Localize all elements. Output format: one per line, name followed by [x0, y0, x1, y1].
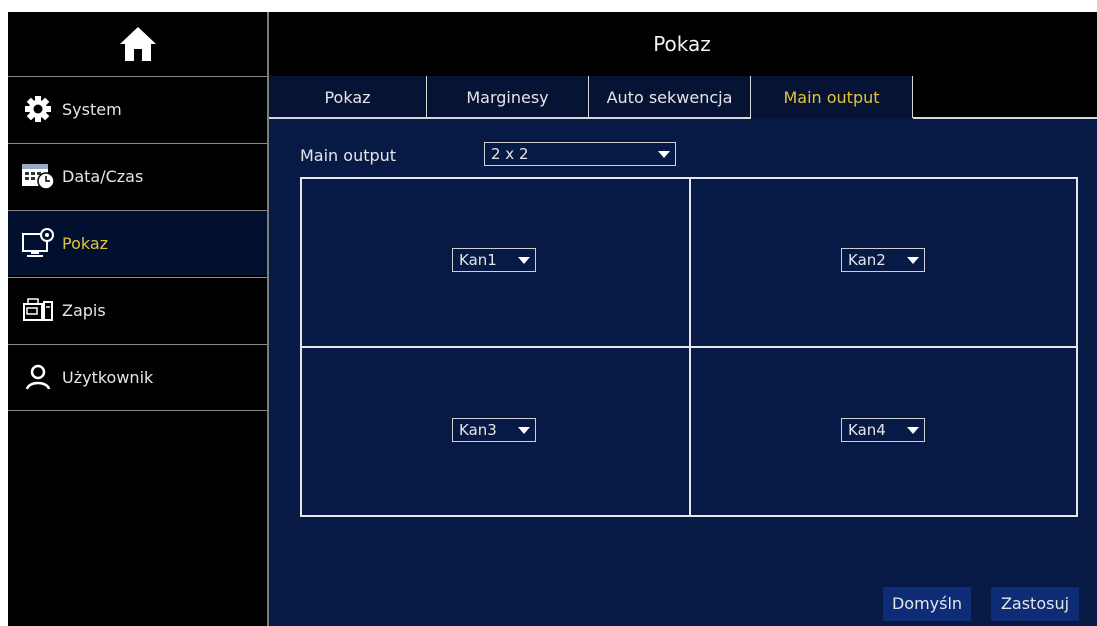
sidebar-item-label: Data/Czas [62, 166, 144, 186]
tab-label: Main output [783, 88, 880, 107]
channel-select-value: Kan3 [459, 421, 497, 439]
sidebar-item-label: Użytkownik [62, 367, 154, 387]
sidebar-item-zapis[interactable]: Zapis [8, 278, 267, 342]
tab-underline [269, 117, 751, 119]
sidebar-item-label: System [62, 99, 122, 119]
apply-button[interactable]: Zastosuj [991, 587, 1079, 621]
divider [8, 410, 267, 411]
gear-icon [18, 93, 58, 125]
chevron-down-icon [907, 427, 919, 434]
header: Pokaz [267, 12, 1097, 76]
layout-select[interactable]: 2 x 2 [484, 142, 676, 166]
tab-bar: Pokaz Marginesy Auto sekwencja Main outp… [269, 76, 1097, 119]
page-title: Pokaz [653, 32, 711, 56]
default-button[interactable]: Domyśln [883, 587, 971, 621]
chevron-down-icon [518, 427, 530, 434]
sidebar: System Data/Czas Pokaz Zapis Użytkownik [8, 12, 267, 626]
channel-select-3[interactable]: Kan3 [452, 418, 536, 442]
tab-underline [913, 117, 1097, 119]
channel-select-value: Kan2 [848, 251, 886, 269]
recorder-icon [18, 294, 58, 326]
tab-main-output[interactable]: Main output [751, 76, 913, 118]
home-icon [119, 27, 156, 61]
channel-select-value: Kan1 [459, 251, 497, 269]
grid-divider [302, 346, 1076, 348]
sidebar-item-system[interactable]: System [8, 77, 267, 141]
sidebar-item-label: Zapis [62, 300, 106, 320]
user-icon [18, 361, 58, 393]
chevron-down-icon [907, 257, 919, 264]
calendar-clock-icon [18, 160, 58, 192]
channel-select-value: Kan4 [848, 421, 886, 439]
channel-select-1[interactable]: Kan1 [452, 248, 536, 272]
tab-auto-sekwencja[interactable]: Auto sekwencja [589, 76, 751, 118]
tab-label: Marginesy [466, 88, 549, 107]
main-output-label: Main output [300, 146, 397, 165]
chevron-down-icon [658, 151, 670, 158]
tab-marginesy[interactable]: Marginesy [427, 76, 589, 118]
tab-label: Pokaz [324, 88, 371, 107]
monitor-settings-icon [18, 227, 58, 259]
main-panel: Pokaz Marginesy Auto sekwencja Main outp… [269, 76, 1097, 626]
channel-select-4[interactable]: Kan4 [841, 418, 925, 442]
tab-pokaz[interactable]: Pokaz [269, 76, 427, 118]
sidebar-item-label: Pokaz [62, 233, 109, 253]
sidebar-item-pokaz[interactable]: Pokaz [8, 211, 267, 275]
sidebar-item-date-time[interactable]: Data/Czas [8, 144, 267, 208]
layout-select-value: 2 x 2 [491, 145, 529, 163]
tab-label: Auto sekwencja [606, 88, 733, 107]
home-button[interactable] [8, 12, 267, 76]
sidebar-item-uzytkownik[interactable]: Użytkownik [8, 345, 267, 409]
chevron-down-icon [518, 257, 530, 264]
channel-select-2[interactable]: Kan2 [841, 248, 925, 272]
channel-grid: Kan1 Kan2 Kan3 Kan4 [300, 177, 1078, 517]
